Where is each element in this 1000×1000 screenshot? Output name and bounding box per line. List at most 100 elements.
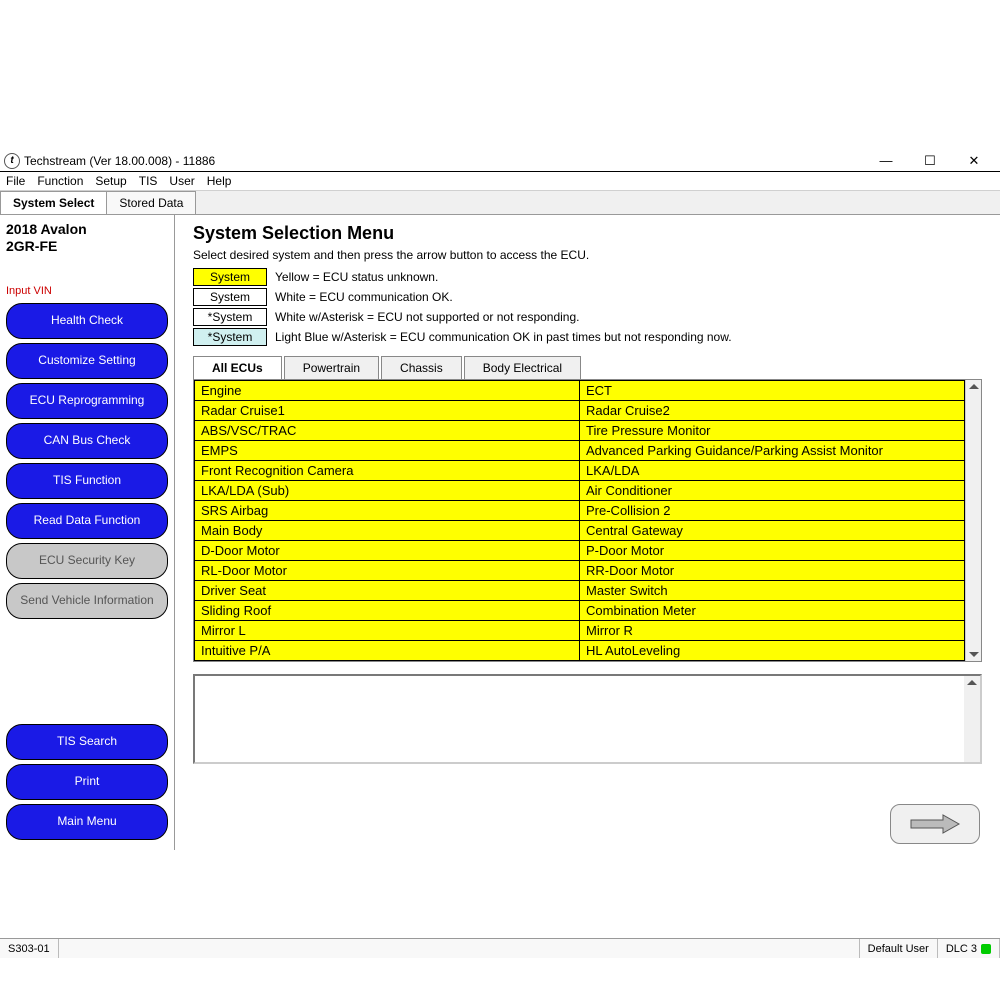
tis-function-button[interactable]: TIS Function	[6, 463, 168, 499]
ecu-table-container: EngineECTRadar Cruise1Radar Cruise2ABS/V…	[193, 379, 982, 662]
minimize-button[interactable]: —	[864, 151, 908, 171]
menubar: File Function Setup TIS User Help	[0, 172, 1000, 191]
ecu-cell[interactable]: SRS Airbag	[195, 501, 580, 521]
tab-chassis[interactable]: Chassis	[381, 356, 462, 379]
table-row: D-Door MotorP-Door Motor	[195, 541, 965, 561]
send-vehicle-info-button: Send Vehicle Information	[6, 583, 168, 619]
titlebar: t Techstream (Ver 18.00.008) - 11886 — ☐…	[0, 150, 1000, 172]
table-row: EMPSAdvanced Parking Guidance/Parking As…	[195, 441, 965, 461]
legend-asterisk: *System White w/Asterisk = ECU not suppo…	[193, 308, 982, 326]
ecu-cell[interactable]: P-Door Motor	[580, 541, 965, 561]
menu-tis[interactable]: TIS	[139, 174, 158, 188]
page-title: System Selection Menu	[193, 223, 982, 244]
legend-white-box: System	[193, 288, 267, 306]
ecu-cell[interactable]: Intuitive P/A	[195, 641, 580, 661]
input-vin-link[interactable]: Input VIN	[6, 285, 168, 297]
legend-asterisk-desc: White w/Asterisk = ECU not supported or …	[275, 310, 579, 324]
ecu-cell[interactable]: HL AutoLeveling	[580, 641, 965, 661]
tis-search-button[interactable]: TIS Search	[6, 724, 168, 760]
tab-body-electrical[interactable]: Body Electrical	[464, 356, 581, 379]
table-row: Mirror LMirror R	[195, 621, 965, 641]
ecu-table: EngineECTRadar Cruise1Radar Cruise2ABS/V…	[194, 380, 965, 661]
ecu-cell[interactable]: Mirror R	[580, 621, 965, 641]
ecu-reprogramming-button[interactable]: ECU Reprogramming	[6, 383, 168, 419]
ecu-cell[interactable]: RL-Door Motor	[195, 561, 580, 581]
ecu-cell[interactable]: Engine	[195, 381, 580, 401]
status-dlc-label: DLC 3	[946, 943, 977, 955]
arrow-right-icon	[907, 812, 963, 836]
health-check-button[interactable]: Health Check	[6, 303, 168, 339]
ecu-cell[interactable]: ABS/VSC/TRAC	[195, 421, 580, 441]
ecu-cell[interactable]: Radar Cruise1	[195, 401, 580, 421]
print-button[interactable]: Print	[6, 764, 168, 800]
ecu-cell[interactable]: Central Gateway	[580, 521, 965, 541]
ecu-scrollbar[interactable]	[965, 380, 981, 661]
vehicle-engine: 2GR-FE	[6, 238, 168, 255]
tab-stored-data[interactable]: Stored Data	[106, 191, 196, 214]
ecu-cell[interactable]: EMPS	[195, 441, 580, 461]
menu-user[interactable]: User	[169, 174, 194, 188]
ecu-cell[interactable]: D-Door Motor	[195, 541, 580, 561]
app-window: t Techstream (Ver 18.00.008) - 11886 — ☐…	[0, 0, 1000, 1000]
table-row: EngineECT	[195, 381, 965, 401]
read-data-function-button[interactable]: Read Data Function	[6, 503, 168, 539]
ecu-cell[interactable]: Master Switch	[580, 581, 965, 601]
ecu-cell[interactable]: Main Body	[195, 521, 580, 541]
table-row: Front Recognition CameraLKA/LDA	[195, 461, 965, 481]
ecu-cell[interactable]: Tire Pressure Monitor	[580, 421, 965, 441]
menu-function[interactable]: Function	[37, 174, 83, 188]
main-menu-button[interactable]: Main Menu	[6, 804, 168, 840]
legend-white-desc: White = ECU communication OK.	[275, 290, 453, 304]
sidebar: 2018 Avalon 2GR-FE Input VIN Health Chec…	[0, 215, 175, 850]
close-button[interactable]: ✕	[952, 151, 996, 171]
ecu-cell[interactable]: Mirror L	[195, 621, 580, 641]
table-row: Sliding RoofCombination Meter	[195, 601, 965, 621]
tab-powertrain[interactable]: Powertrain	[284, 356, 379, 379]
ecu-cell[interactable]: Combination Meter	[580, 601, 965, 621]
ecu-cell[interactable]: Driver Seat	[195, 581, 580, 601]
menu-file[interactable]: File	[6, 174, 25, 188]
proceed-arrow-button[interactable]	[890, 804, 980, 844]
menu-setup[interactable]: Setup	[95, 174, 126, 188]
ecu-cell[interactable]: Front Recognition Camera	[195, 461, 580, 481]
ecu-cell[interactable]: RR-Door Motor	[580, 561, 965, 581]
log-area	[193, 674, 982, 764]
menu-help[interactable]: Help	[207, 174, 232, 188]
ecu-cell[interactable]: ECT	[580, 381, 965, 401]
log-text[interactable]	[195, 676, 964, 762]
table-row: RL-Door MotorRR-Door Motor	[195, 561, 965, 581]
table-row: Driver SeatMaster Switch	[195, 581, 965, 601]
tab-system-select[interactable]: System Select	[0, 191, 107, 214]
ecu-cell[interactable]: Advanced Parking Guidance/Parking Assist…	[580, 441, 965, 461]
window-controls: — ☐ ✕	[864, 151, 996, 171]
statusbar: S303-01 Default User DLC 3	[0, 938, 1000, 958]
can-bus-check-button[interactable]: CAN Bus Check	[6, 423, 168, 459]
legend-lightblue: *System Light Blue w/Asterisk = ECU comm…	[193, 328, 982, 346]
log-scrollbar[interactable]	[964, 676, 980, 762]
maximize-button[interactable]: ☐	[908, 151, 952, 171]
ecu-cell[interactable]: Sliding Roof	[195, 601, 580, 621]
app-icon: t	[4, 153, 20, 169]
legend-lightblue-box: *System	[193, 328, 267, 346]
ecu-cell[interactable]: Air Conditioner	[580, 481, 965, 501]
window-title: Techstream (Ver 18.00.008) - 11886	[24, 154, 864, 168]
table-row: Main BodyCentral Gateway	[195, 521, 965, 541]
legend-asterisk-box: *System	[193, 308, 267, 326]
top-tabstrip: System Select Stored Data	[0, 191, 1000, 215]
ecu-cell[interactable]: Radar Cruise2	[580, 401, 965, 421]
legend-lightblue-desc: Light Blue w/Asterisk = ECU communicatio…	[275, 330, 732, 344]
status-indicator-icon	[981, 944, 991, 954]
ecu-security-key-button: ECU Security Key	[6, 543, 168, 579]
ecu-tabstrip: All ECUs Powertrain Chassis Body Electri…	[193, 356, 982, 379]
table-row: Intuitive P/AHL AutoLeveling	[195, 641, 965, 661]
table-row: SRS AirbagPre-Collision 2	[195, 501, 965, 521]
tab-all-ecus[interactable]: All ECUs	[193, 356, 282, 379]
status-user: Default User	[860, 939, 938, 958]
ecu-cell[interactable]: LKA/LDA	[580, 461, 965, 481]
customize-setting-button[interactable]: Customize Setting	[6, 343, 168, 379]
content-area: 2018 Avalon 2GR-FE Input VIN Health Chec…	[0, 215, 1000, 850]
ecu-cell[interactable]: Pre-Collision 2	[580, 501, 965, 521]
ecu-cell[interactable]: LKA/LDA (Sub)	[195, 481, 580, 501]
status-spacer	[59, 939, 860, 958]
status-code: S303-01	[0, 939, 59, 958]
